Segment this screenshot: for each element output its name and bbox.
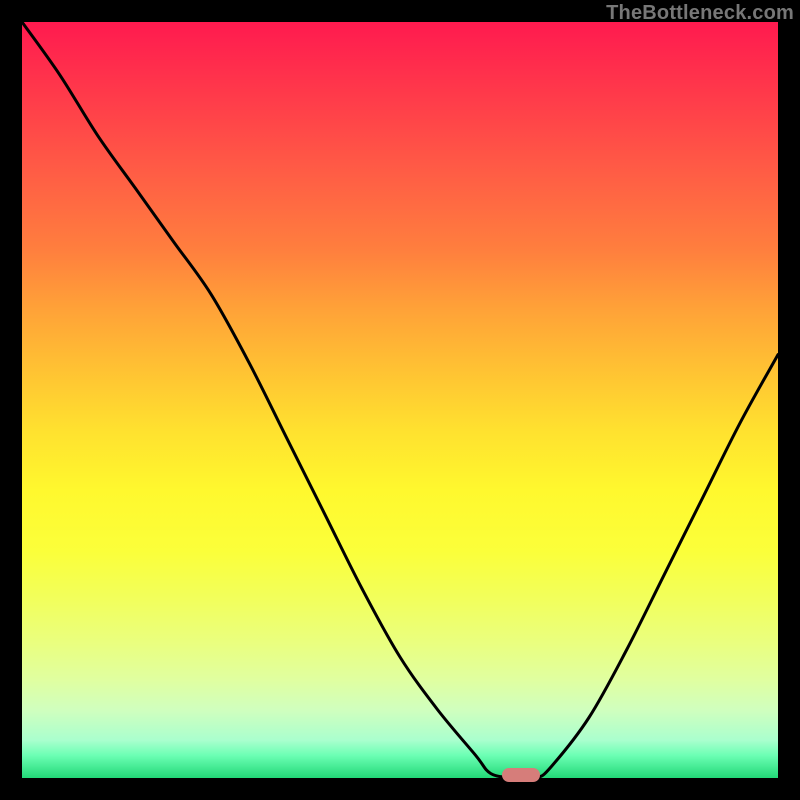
chart-frame: TheBottleneck.com — [0, 0, 800, 800]
bottleneck-curve — [22, 22, 778, 778]
watermark-text: TheBottleneck.com — [606, 2, 794, 25]
plot-area — [22, 22, 778, 778]
optimal-marker — [502, 768, 540, 782]
